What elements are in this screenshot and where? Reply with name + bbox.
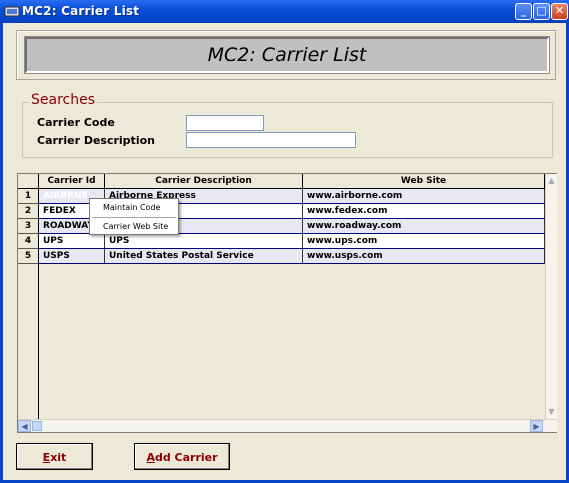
title-bar: MC2: Carrier List _ □ ✕: [0, 0, 569, 23]
cell-web-site[interactable]: www.airborne.com: [303, 189, 545, 204]
row-number[interactable]: 1: [18, 189, 39, 204]
grid-corner: [18, 174, 39, 189]
cell-carrier-id[interactable]: USPS: [39, 249, 105, 264]
header-panel: MC2: Carrier List: [16, 30, 556, 80]
cell-web-site[interactable]: www.ups.com: [303, 234, 545, 249]
row-number[interactable]: 2: [18, 204, 39, 219]
exit-button[interactable]: Exit: [16, 443, 93, 470]
exit-label: xit: [50, 451, 67, 464]
searches-legend: Searches: [29, 92, 98, 108]
carrier-code-label: Carrier Code: [37, 116, 115, 129]
searches-group: [22, 102, 553, 158]
scroll-down-icon[interactable]: ▼: [546, 406, 557, 417]
minimize-button[interactable]: _: [515, 3, 532, 20]
scroll-left-icon[interactable]: ◀: [18, 420, 31, 432]
scroll-up-icon[interactable]: ▲: [546, 175, 557, 186]
column-header-web-site[interactable]: Web Site: [303, 174, 545, 189]
maximize-button[interactable]: □: [533, 3, 550, 20]
cell-carrier-id[interactable]: UPS: [39, 234, 105, 249]
add-carrier-mnemonic: A: [146, 451, 155, 464]
page-title: MC2: Carrier List: [207, 44, 367, 66]
horizontal-scroll-thumb[interactable]: [32, 421, 42, 431]
window-title: MC2: Carrier List: [22, 4, 140, 18]
row-number[interactable]: 5: [18, 249, 39, 264]
cell-web-site[interactable]: www.usps.com: [303, 249, 545, 264]
cell-web-site[interactable]: www.fedex.com: [303, 204, 545, 219]
table-row[interactable]: 5 USPS United States Postal Service www.…: [18, 249, 545, 264]
horizontal-scrollbar[interactable]: ◀ ▶: [18, 419, 557, 432]
carrier-description-input[interactable]: [186, 132, 356, 148]
row-number[interactable]: 4: [18, 234, 39, 249]
carrier-code-input[interactable]: [186, 115, 264, 131]
app-icon: [4, 6, 20, 17]
menu-item-maintain-code[interactable]: Maintain Code: [90, 201, 178, 215]
vertical-scrollbar[interactable]: ▲ ▼: [545, 174, 557, 419]
scroll-right-icon[interactable]: ▶: [530, 420, 543, 432]
carrier-description-label: Carrier Description: [37, 134, 155, 147]
context-menu: Maintain Code Carrier Web Site: [89, 198, 179, 235]
menu-separator: [92, 217, 176, 218]
table-row[interactable]: 4 UPS UPS www.ups.com: [18, 234, 545, 249]
cell-web-site[interactable]: www.roadway.com: [303, 219, 545, 234]
column-header-carrier-id[interactable]: Carrier Id: [39, 174, 105, 189]
menu-item-carrier-web-site[interactable]: Carrier Web Site: [90, 220, 178, 234]
column-header-carrier-description[interactable]: Carrier Description: [105, 174, 303, 189]
row-number[interactable]: 3: [18, 219, 39, 234]
add-carrier-button[interactable]: Add Carrier: [134, 443, 230, 470]
cell-carrier-description[interactable]: United States Postal Service: [105, 249, 303, 264]
close-button[interactable]: ✕: [551, 3, 568, 20]
add-carrier-label: dd Carrier: [154, 451, 218, 464]
cell-carrier-description[interactable]: UPS: [105, 234, 303, 249]
header-banner: MC2: Carrier List: [24, 36, 550, 74]
